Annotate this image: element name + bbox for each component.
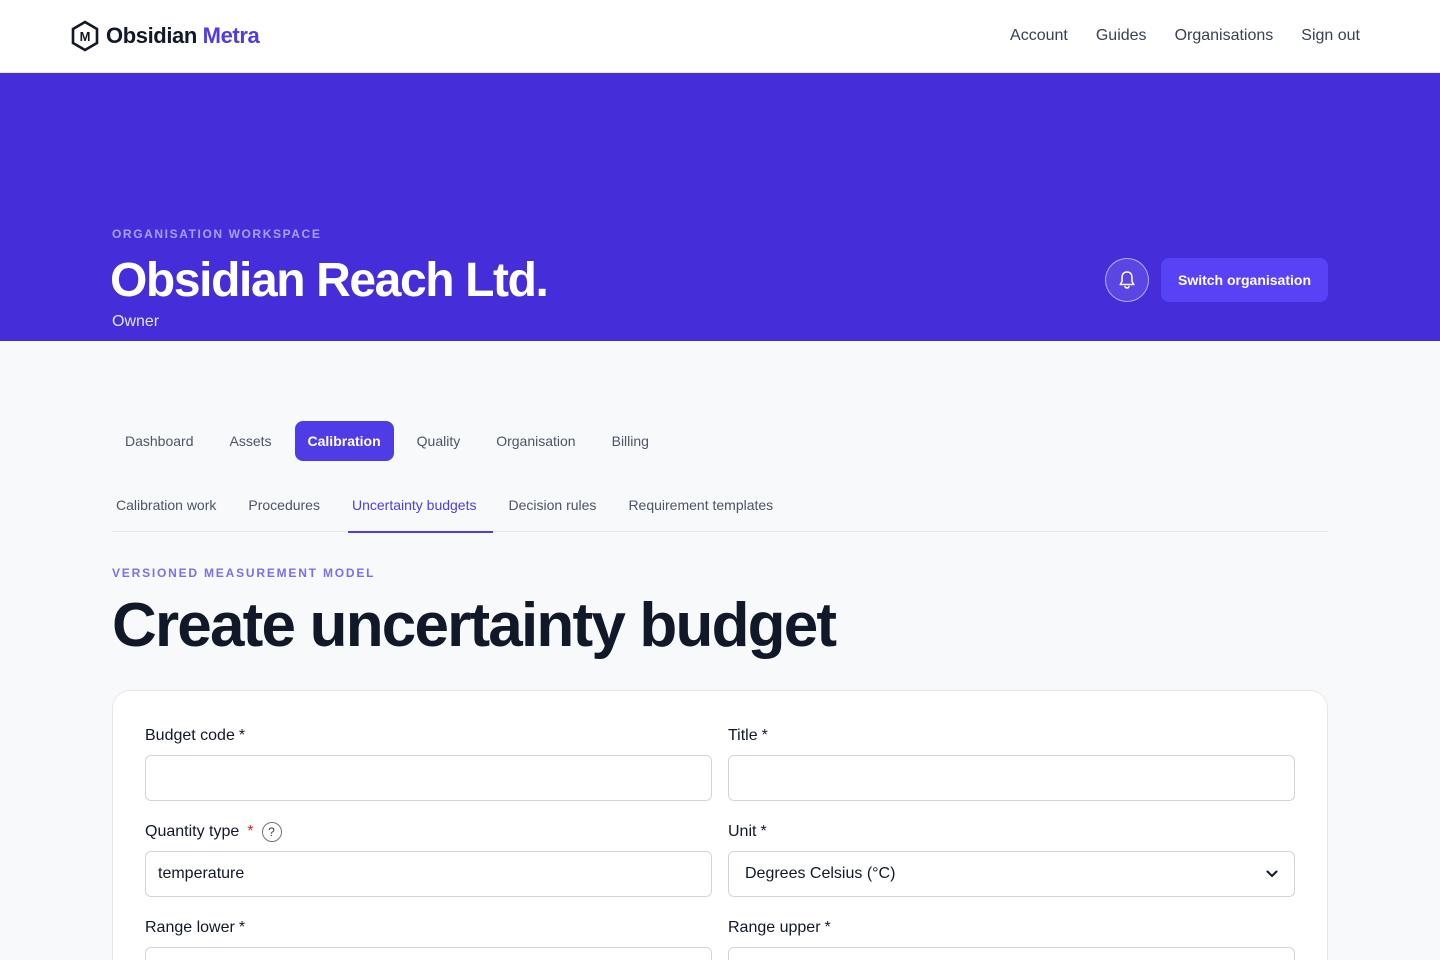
range-lower-input[interactable]	[145, 947, 712, 960]
budget-code-label: Budget code	[145, 727, 235, 745]
quantity-type-field: Quantity type *? temperature	[145, 821, 712, 898]
nav-guides-link[interactable]: Guides	[1096, 27, 1147, 45]
tab-billing[interactable]: Billing	[599, 421, 662, 461]
required-marker: *	[238, 919, 246, 937]
nav-organisations-link[interactable]: Organisations	[1175, 27, 1274, 45]
page-title: Create uncertainty budget	[112, 591, 837, 660]
workspace-hero: ORGANISATION WORKSPACE Obsidian Reach Lt…	[0, 73, 1440, 341]
subtab-uncertainty-budgets[interactable]: Uncertainty budgets	[347, 487, 493, 533]
range-upper-input[interactable]	[728, 947, 1295, 960]
unit-selected-value: Degrees Celsius (°C)	[745, 865, 896, 883]
brand-logo[interactable]: M Obsidian Metra	[70, 20, 260, 52]
subtab-calibration-work[interactable]: Calibration work	[112, 487, 232, 532]
hero-actions: Switch organisation	[1104, 258, 1328, 302]
notifications-button[interactable]	[1104, 258, 1149, 302]
page-eyebrow: VERSIONED MEASUREMENT MODEL	[112, 566, 376, 580]
organisation-name: Obsidian Reach Ltd.	[110, 254, 549, 307]
title-input[interactable]	[728, 755, 1295, 802]
budget-code-field: Budget code *	[145, 725, 712, 802]
section-tabs: Dashboard Assets Calibration Quality Org…	[112, 421, 1328, 461]
required-marker: *	[761, 727, 768, 745]
bell-icon	[1119, 271, 1135, 289]
title-field: Title *	[728, 725, 1295, 802]
unit-select[interactable]: Degrees Celsius (°C)	[728, 851, 1295, 898]
range-lower-label: Range lower	[145, 919, 235, 937]
budget-form-card: Budget code * Title * Quantity type *? temp…	[112, 690, 1328, 960]
switch-organisation-button[interactable]: Switch organisation	[1160, 258, 1328, 302]
hexagon-logo-icon: M	[71, 20, 99, 52]
required-marker: *	[824, 919, 831, 937]
tab-quality[interactable]: Quality	[404, 421, 474, 461]
calibration-subtabs: Calibration work Procedures Uncertainty …	[112, 487, 1328, 533]
unit-label: Unit	[728, 823, 757, 841]
subtab-decision-rules[interactable]: Decision rules	[505, 487, 613, 532]
hero-eyebrow: ORGANISATION WORKSPACE	[112, 227, 322, 241]
subtab-requirement-templates[interactable]: Requirement templates	[624, 487, 789, 532]
chevron-down-icon	[1266, 870, 1278, 878]
top-nav: Account Guides Organisations Sign out	[1010, 27, 1360, 45]
range-lower-field: Range lower *	[145, 917, 712, 960]
required-marker: *	[247, 823, 254, 841]
top-bar: M Obsidian Metra Account Guides Organisa…	[0, 0, 1440, 73]
help-icon[interactable]: ?	[261, 822, 282, 843]
nav-sign-out-link[interactable]: Sign out	[1301, 27, 1360, 45]
tab-dashboard[interactable]: Dashboard	[112, 421, 207, 461]
brand-name: Obsidian Metra	[106, 23, 260, 48]
tab-calibration[interactable]: Calibration	[294, 421, 394, 461]
required-marker: *	[760, 823, 767, 841]
budget-code-input[interactable]	[145, 755, 712, 802]
tab-organisation[interactable]: Organisation	[483, 421, 588, 461]
quantity-type-input[interactable]: temperature	[145, 851, 712, 898]
user-role: Owner	[112, 313, 160, 330]
range-upper-label: Range upper	[728, 919, 821, 937]
quantity-type-label: Quantity type	[145, 823, 240, 841]
unit-field: Unit * Degrees Celsius (°C)	[728, 821, 1295, 898]
nav-account-link[interactable]: Account	[1010, 27, 1068, 45]
required-marker: *	[238, 727, 246, 745]
subtab-procedures[interactable]: Procedures	[244, 487, 336, 532]
range-upper-field: Range upper *	[728, 917, 1295, 960]
main-content: Dashboard Assets Calibration Quality Org…	[0, 341, 1440, 960]
title-label: Title	[728, 727, 758, 745]
svg-text:M: M	[80, 29, 91, 44]
tab-assets[interactable]: Assets	[217, 421, 285, 461]
form-grid: Budget code * Title * Quantity type *? temp…	[145, 725, 1295, 960]
